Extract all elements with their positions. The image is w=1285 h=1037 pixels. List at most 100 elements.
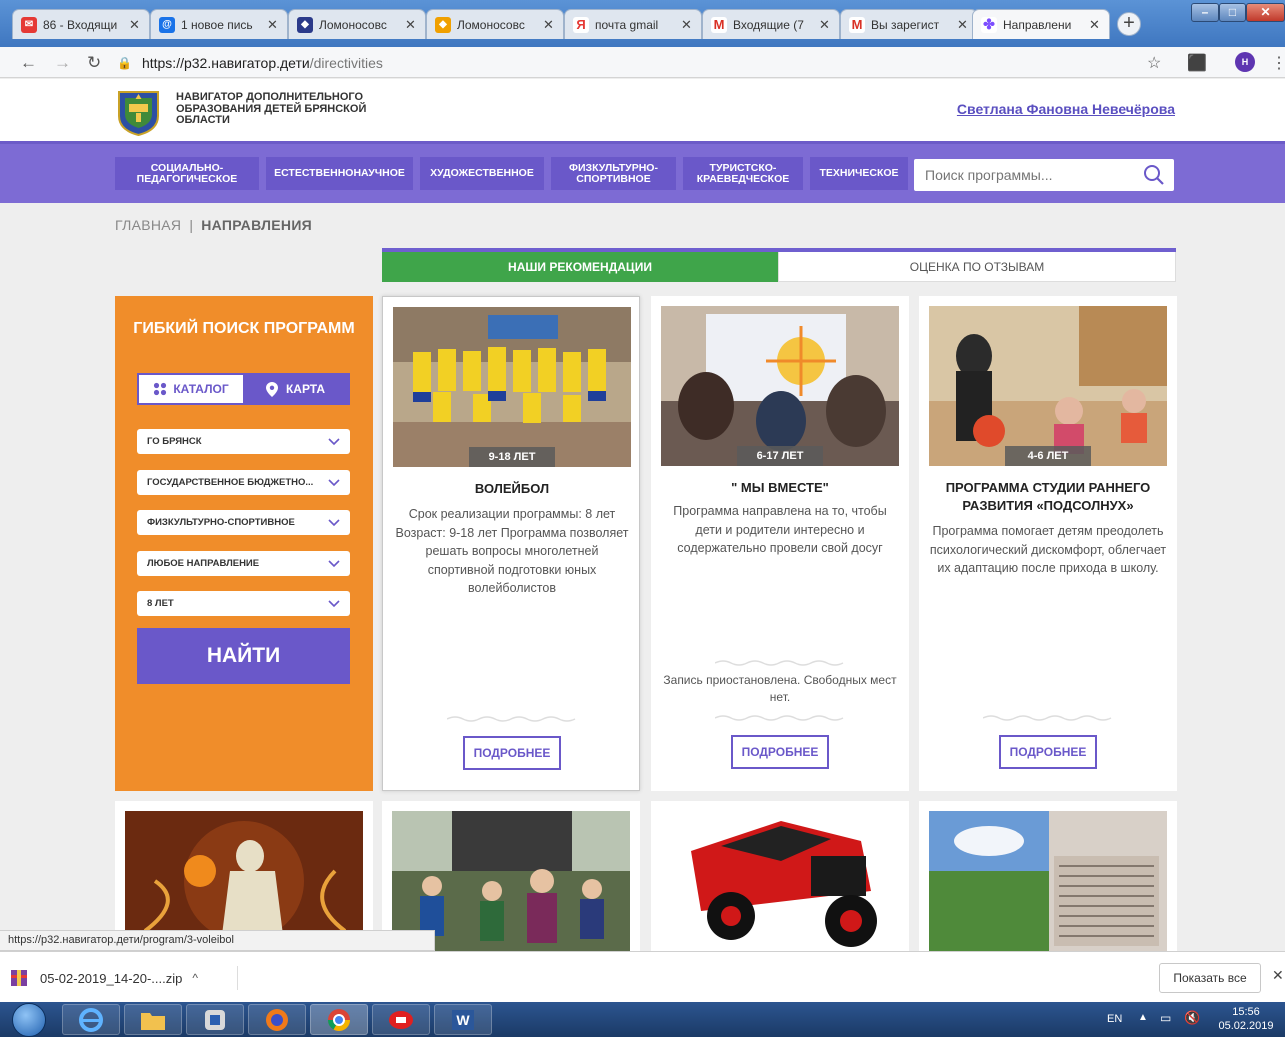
close-icon[interactable]: ✕ — [819, 17, 831, 33]
url-field[interactable]: 🔒 https://p32.навигатор.дети/directiviti… — [117, 51, 1177, 74]
bryansk-coat-of-arms-logo[interactable] — [115, 86, 162, 136]
close-icon[interactable]: ✕ — [267, 17, 279, 33]
menu-item-science[interactable]: ЕСТЕСТВЕННОНАУЧНОЕ — [266, 157, 413, 190]
breadcrumb-home[interactable]: ГЛАВНАЯ — [115, 217, 181, 233]
age-select[interactable]: 8 ЛЕТ — [137, 591, 350, 616]
close-icon[interactable]: ✕ — [1272, 967, 1284, 984]
program-card-together[interactable]: 6-17 ЛЕТ " МЫ ВМЕСТЕ" Программа направле… — [651, 296, 909, 791]
flexible-search-panel: ГИБКИЙ ПОИСК ПРОГРАММ КАТАЛОГ КАРТА ГО Б… — [115, 296, 373, 791]
user-profile-link[interactable]: Светлана Фановна Невечёрова — [957, 101, 1175, 117]
catalog-view-button[interactable]: КАТАЛОГ — [139, 375, 243, 403]
organization-select[interactable]: ГОСУДАРСТВЕННОЕ БЮДЖЕТНО... — [137, 470, 350, 495]
download-filename: 05-02-2019_14-20-....zip — [40, 970, 183, 986]
word-taskbar-button[interactable]: W — [434, 1004, 492, 1035]
tab-title: Направлени — [1003, 17, 1072, 32]
keyboard-language[interactable]: EN — [1107, 1013, 1122, 1025]
download-item[interactable]: 05-02-2019_14-20-....zip ^ — [10, 966, 238, 990]
program-photo[interactable]: 6-17 ЛЕТ — [661, 306, 899, 466]
windows-taskbar: W EN ▲ ▭ 🔇 15:56 05.02.2019 — [0, 1002, 1285, 1037]
at-icon: @ — [159, 16, 175, 33]
map-view-button[interactable]: КАРТА — [243, 375, 348, 403]
details-button[interactable]: ПОДРОБНЕЕ — [999, 735, 1097, 769]
ie-taskbar-button[interactable] — [62, 1004, 120, 1035]
browser-tab[interactable]: Я почта gmail ✕ — [564, 9, 702, 39]
browser-tab[interactable]: ◆ Ломоносовс ✕ — [288, 9, 426, 39]
word-icon: W — [452, 1009, 474, 1030]
age-badge: 6-17 ЛЕТ — [737, 446, 823, 466]
forward-icon[interactable]: → — [54, 53, 71, 73]
tray-expand-icon[interactable]: ▲ — [1138, 1012, 1148, 1023]
app-taskbar-button[interactable] — [372, 1004, 430, 1035]
reload-icon[interactable]: ↻ — [87, 53, 101, 73]
start-button[interactable] — [12, 1003, 46, 1037]
profile-avatar[interactable]: Н — [1235, 52, 1255, 72]
system-clock[interactable]: 15:56 05.02.2019 — [1216, 1005, 1276, 1033]
close-icon[interactable]: ✕ — [405, 17, 417, 33]
details-button[interactable]: ПОДРОБНЕЕ — [731, 735, 829, 769]
menu-item-tourism[interactable]: ТУРИСТСКО-КРАЕВЕДЧЕСКОЕ — [683, 157, 803, 190]
menu-item-sport[interactable]: ФИЗКУЛЬТУРНО-СПОРТИВНОЕ — [551, 157, 676, 190]
municipality-select[interactable]: ГО БРЯНСК — [137, 429, 350, 454]
tab-title: 86 - Входящи — [43, 17, 118, 32]
address-bar: ← → ↻ 🔒 https://p32.навигатор.дети/direc… — [0, 47, 1285, 78]
browser-tab[interactable]: M Вы зарегист ✕ — [840, 9, 978, 39]
explorer-taskbar-button[interactable] — [124, 1004, 182, 1035]
browser-tab[interactable]: ◆ Ломоносовс ✕ — [426, 9, 564, 39]
menu-item-technical[interactable]: ТЕХНИЧЕСКОЕ — [810, 157, 908, 190]
pdf-extension-icon[interactable]: ⬛ — [1187, 53, 1207, 73]
network-icon[interactable]: ▭ — [1160, 1011, 1171, 1025]
window-close-button[interactable]: ✕ — [1246, 3, 1285, 22]
window-maximize-button[interactable]: □ — [1219, 3, 1246, 22]
firefox-icon — [266, 1008, 288, 1031]
program-card-sunflower[interactable]: 4-6 ЛЕТ ПРОГРАММА СТУДИИ РАННЕГО РАЗВИТИ… — [919, 296, 1177, 791]
close-icon[interactable]: ✕ — [129, 17, 141, 33]
direction-select[interactable]: ФИЗКУЛЬТУРНО-СПОРТИВНОЕ — [137, 510, 350, 535]
program-title[interactable]: " МЫ ВМЕСТЕ" — [659, 479, 901, 497]
program-card-volleyball[interactable]: 9-18 ЛЕТ ВОЛЕЙБОЛ Срок реализации програ… — [382, 296, 640, 791]
chevron-down-icon — [328, 599, 340, 607]
program-photo[interactable]: 9-18 ЛЕТ — [393, 307, 631, 467]
bookmark-star-icon[interactable]: ☆ — [1147, 53, 1161, 73]
window-minimize-button[interactable]: – — [1191, 3, 1219, 22]
close-icon[interactable]: ✕ — [681, 17, 693, 33]
menu-dots-icon[interactable]: ⋮ — [1271, 53, 1285, 73]
close-icon[interactable]: ✕ — [543, 17, 555, 33]
back-icon[interactable]: ← — [20, 53, 37, 73]
chevron-up-icon[interactable]: ^ — [192, 971, 198, 985]
tab-rating-by-reviews[interactable]: ОЦЕНКА ПО ОТЗЫВАМ — [778, 252, 1176, 282]
media-taskbar-button[interactable] — [186, 1004, 244, 1035]
browser-tab[interactable]: @ 1 новое пись ✕ — [150, 9, 288, 39]
filter-title: ГИБКИЙ ПОИСК ПРОГРАММ — [133, 320, 355, 337]
close-icon[interactable]: ✕ — [957, 17, 969, 33]
program-photo[interactable] — [929, 811, 1167, 951]
browser-tab[interactable]: M Входящие (7 ✕ — [702, 9, 840, 39]
show-all-downloads-button[interactable]: Показать все — [1159, 963, 1261, 993]
firefox-taskbar-button[interactable] — [248, 1004, 306, 1035]
search-icon[interactable] — [1143, 164, 1165, 186]
program-card[interactable] — [382, 801, 640, 951]
site-name[interactable]: НАВИГАТОР ДОПОЛНИТЕЛЬНОГО ОБРАЗОВАНИЯ ДЕ… — [176, 91, 396, 127]
program-photo[interactable]: 4-6 ЛЕТ — [929, 306, 1167, 466]
browser-tab[interactable]: ✉ 86 - Входящи ✕ — [12, 9, 150, 39]
program-card[interactable] — [919, 801, 1177, 951]
subdirection-select[interactable]: ЛЮБОЕ НАПРАВЛЕНИЕ — [137, 551, 350, 576]
browser-tab-active[interactable]: ✤ Направлени ✕ — [972, 9, 1110, 39]
program-photo[interactable] — [661, 811, 899, 951]
program-card[interactable] — [651, 801, 909, 951]
program-title[interactable]: ВОЛЕЙБОЛ — [391, 480, 633, 498]
details-button[interactable]: ПОДРОБНЕЕ — [463, 736, 561, 770]
new-tab-button[interactable]: + — [1117, 12, 1141, 36]
program-search-input[interactable] — [925, 167, 1135, 183]
chrome-taskbar-button[interactable] — [310, 1004, 368, 1035]
crest-icon: ◆ — [297, 16, 313, 33]
recommendation-tabs: НАШИ РЕКОМЕНДАЦИИ ОЦЕНКА ПО ОТЗЫВАМ — [382, 248, 1176, 282]
close-icon[interactable]: ✕ — [1089, 17, 1101, 33]
program-card[interactable] — [115, 801, 373, 951]
red-app-icon — [389, 1010, 413, 1029]
menu-item-art[interactable]: ХУДОЖЕСТВЕННОЕ — [420, 157, 544, 190]
tab-our-recommendations[interactable]: НАШИ РЕКОМЕНДАЦИИ — [382, 252, 778, 282]
menu-item-social[interactable]: СОЦИАЛЬНО-ПЕДАГОГИЧЕСКОЕ — [115, 157, 259, 190]
volume-muted-icon[interactable]: 🔇 — [1184, 1010, 1200, 1026]
find-button[interactable]: НАЙТИ — [137, 628, 350, 684]
program-title[interactable]: ПРОГРАММА СТУДИИ РАННЕГО РАЗВИТИЯ «ПОДСО… — [927, 479, 1169, 515]
